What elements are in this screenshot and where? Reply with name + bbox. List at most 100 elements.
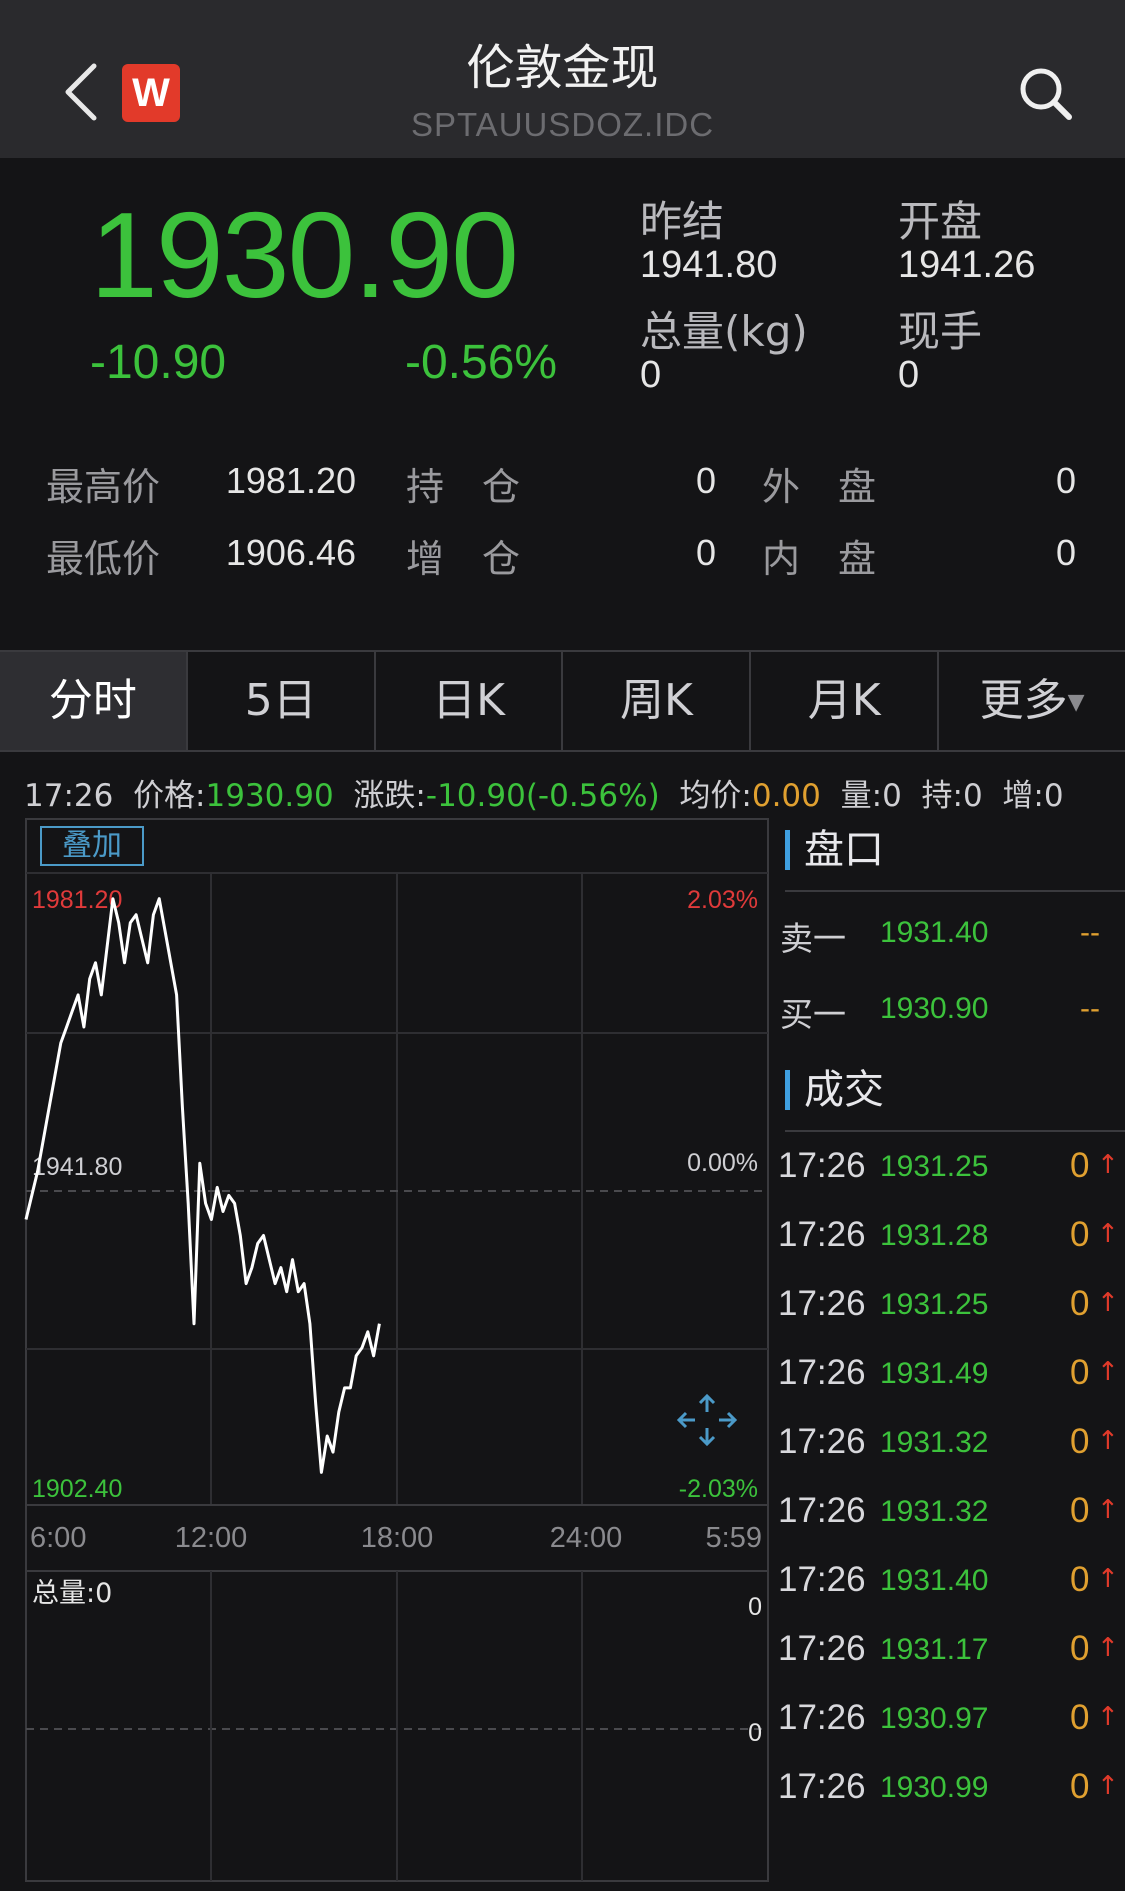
period-tabs: 分时 5日 日K 周K 月K 更多▼ [0,650,1125,752]
intraday-chart[interactable]: 1981.20 1941.80 1902.40 2.03% 0.00% -2.0… [0,815,770,1891]
tab-daily-k[interactable]: 日K [376,652,564,750]
trade-price: 1931.25 [880,1150,989,1183]
overlay-button[interactable]: 叠加 [40,826,144,866]
app-root: W 伦敦金现 SPTAUUSDOZ.IDC 1930.90 -10.90 -0.… [0,0,1125,1891]
trade-volume: 0 [1070,1215,1090,1254]
pct-label-top: 2.03% [687,886,758,914]
trade-time: 17:26 [778,1215,866,1254]
trade-volume: 0 [1070,1698,1090,1737]
current-hand-value: 0 [898,354,920,396]
trade-price: 1931.25 [880,1288,989,1321]
tab-5day[interactable]: 5日 [188,652,376,750]
trade-time: 17:26 [778,1353,866,1392]
trade-volume: 0 [1070,1629,1090,1668]
y-label-top: 1981.20 [32,886,122,914]
trade-time: 17:26 [778,1284,866,1323]
bid1-volume: -- [1080,992,1100,1025]
open-interest-label: 持 仓 [406,465,521,509]
y-label-mid: 1941.80 [32,1153,122,1181]
trades-separator [785,1130,1125,1132]
price-change: -10.90 [90,336,227,389]
tab-intraday[interactable]: 分时 [0,652,188,750]
trade-price: 1930.99 [880,1771,989,1804]
trade-time: 17:26 [778,1629,866,1668]
price-series-line [24,897,381,1474]
top-nav-bar: W 伦敦金现 SPTAUUSDOZ.IDC [0,0,1125,158]
orderbook-title: 盘口 [785,830,884,870]
bid1-price: 1930.90 [880,992,989,1025]
x-label-2: 18:00 [361,1522,434,1554]
orderbook-separator [785,890,1125,892]
trade-price: 1931.49 [880,1357,989,1390]
bid1-label: 买一 [780,995,846,1034]
info-hold-label: 持: [921,778,963,814]
open-label: 开盘 [898,197,983,246]
info-price: 1930.90 [205,778,334,814]
trade-price: 1931.32 [880,1495,989,1528]
info-avg: 0.00 [751,778,821,814]
high-label: 最高价 [46,465,161,509]
search-button[interactable] [1016,64,1074,122]
info-chg-label: 涨跌: [353,778,426,814]
up-arrow-icon: ↑ [1097,1426,1119,1456]
symbol-code: SPTAUUSDOZ.IDC [410,106,715,143]
trade-volume: 0 [1070,1146,1090,1185]
vol-axis-top: 0 [748,1593,762,1621]
trade-volume: 0 [1070,1560,1090,1599]
high-value: 1981.20 [225,460,356,501]
trade-volume: 0 [1070,1353,1090,1392]
info-inc-label: 增: [1002,778,1044,814]
crosshair-info-bar: 17:26 价格:1930.90 涨跌:-10.90(-0.56%) 均价:0.… [24,770,1064,815]
x-label-3: 24:00 [550,1522,623,1554]
trade-time: 17:26 [778,1560,866,1599]
up-arrow-icon: ↑ [1097,1771,1119,1801]
caret-down-icon: ▼ [1067,690,1085,715]
expand-arrows-icon[interactable] [676,1393,738,1447]
volume-value: 0 [640,354,662,396]
trade-price: 1931.32 [880,1426,989,1459]
up-arrow-icon: ↑ [1097,1633,1119,1663]
trade-time: 17:26 [778,1491,866,1530]
prev-settle-label: 昨结 [640,197,725,246]
trade-volume: 0 [1070,1422,1090,1461]
page-title: 伦敦金现 [466,40,659,96]
y-label-bottom: 1902.40 [32,1475,122,1503]
tab-monthly-k[interactable]: 月K [751,652,940,750]
open-value: 1941.26 [898,244,1036,286]
info-price-label: 价格: [133,778,206,814]
ask1-volume: -- [1080,916,1100,949]
oi-change-value: 0 [695,532,716,573]
low-label: 最低价 [46,537,161,581]
vol-axis-mid: 0 [748,1719,762,1747]
volume-total-label: 总量:0 [32,1578,112,1609]
inner-label: 内 盘 [762,537,877,581]
open-interest-value: 0 [695,460,716,501]
trade-price: 1931.28 [880,1219,989,1252]
tab-more[interactable]: 更多▼ [939,652,1125,750]
up-arrow-icon: ↑ [1097,1288,1119,1318]
outer-value: 0 [1055,460,1076,501]
trade-volume: 0 [1070,1767,1090,1806]
last-price: 1930.90 [90,187,519,323]
trade-price: 1931.40 [880,1564,989,1597]
oi-change-label: 增 仓 [406,537,521,581]
search-icon [1020,68,1072,120]
tab-more-label: 更多 [979,675,1068,726]
pct-label-bottom: -2.03% [679,1475,758,1503]
price-change-percent: -0.56% [405,336,558,389]
volume-label: 总量(kg) [640,307,808,356]
up-arrow-icon: ↑ [1097,1495,1119,1525]
x-label-1: 12:00 [175,1522,248,1554]
trade-volume: 0 [1070,1284,1090,1323]
up-arrow-icon: ↑ [1097,1357,1119,1387]
ask1-label: 卖一 [780,919,846,958]
trade-time: 17:26 [778,1698,866,1737]
info-inc: 0 [1043,778,1064,814]
tab-weekly-k[interactable]: 周K [563,652,752,750]
prev-settle-value: 1941.80 [640,244,778,286]
up-arrow-icon: ↑ [1097,1702,1119,1732]
up-arrow-icon: ↑ [1097,1150,1119,1180]
up-arrow-icon: ↑ [1097,1564,1119,1594]
outer-label: 外 盘 [762,465,877,509]
pct-label-mid: 0.00% [687,1149,758,1177]
